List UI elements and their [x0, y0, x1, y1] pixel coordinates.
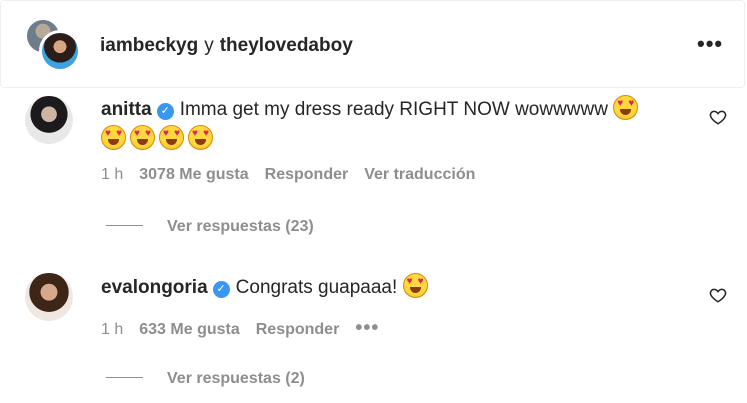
avatar[interactable]: [39, 30, 81, 72]
header-user2-link[interactable]: theylovedaboy: [220, 35, 353, 56]
header-usernames: iambeckyg y theylovedaboy: [100, 35, 353, 57]
header-avatars[interactable]: [25, 18, 81, 72]
comment-meta: 1 h 3078 Me gusta Responder Ver traducción: [101, 166, 491, 184]
comment-meta: 1 h 633 Me gusta Responder •••: [101, 317, 395, 340]
header-separator: y: [204, 35, 214, 56]
translate-button[interactable]: Ver traducción: [364, 166, 475, 183]
likes-count[interactable]: 633 Me gusta: [139, 321, 239, 338]
divider-line: [106, 225, 143, 226]
likes-count[interactable]: 3078 Me gusta: [139, 166, 248, 183]
view-replies-label: Ver respuestas (2): [167, 370, 305, 387]
header-user1-link[interactable]: iambeckyg: [100, 35, 198, 56]
heart-eyes-emoji-icon: [101, 125, 126, 150]
verified-badge-icon: ✓: [212, 281, 230, 298]
view-replies-button[interactable]: Ver respuestas (2): [106, 370, 305, 388]
comment-body: Congrats guapaaa!: [235, 277, 398, 298]
heart-eyes-emoji-icon: [613, 95, 639, 120]
heart-eyes-emoji-icon: [130, 125, 155, 150]
heart-eyes-emoji-icon: [159, 125, 184, 150]
verified-badge-icon: ✓: [156, 103, 174, 120]
comment-text: evalongoria ✓ Congrats guapaaa!: [101, 273, 681, 303]
like-heart-icon[interactable]: [709, 286, 727, 304]
comment-text: anitta ✓ Imma get my dress ready RIGHT NOW…: [101, 95, 681, 155]
reply-button[interactable]: Responder: [265, 166, 349, 183]
comment-options-icon[interactable]: •••: [355, 317, 379, 339]
divider-line: [106, 377, 143, 378]
avatar[interactable]: [25, 96, 73, 144]
comment-username[interactable]: evalongoria: [101, 277, 208, 298]
like-heart-icon[interactable]: [709, 108, 727, 126]
view-replies-label: Ver respuestas (23): [167, 218, 314, 235]
post-header: iambeckyg y theylovedaboy •••: [0, 0, 745, 88]
heart-eyes-emoji-icon: [402, 273, 428, 298]
reply-button[interactable]: Responder: [256, 321, 340, 338]
comment-username[interactable]: anitta: [101, 99, 152, 120]
view-replies-button[interactable]: Ver respuestas (23): [106, 218, 314, 236]
avatar[interactable]: [25, 273, 73, 321]
heart-eyes-emoji-icon: [188, 125, 213, 150]
more-horizontal-icon[interactable]: •••: [697, 33, 723, 55]
comment-time: 1 h: [101, 321, 124, 338]
comment-time: 1 h: [101, 166, 124, 183]
comment-body: Imma get my dress ready RIGHT NOW wowwww…: [179, 99, 608, 120]
